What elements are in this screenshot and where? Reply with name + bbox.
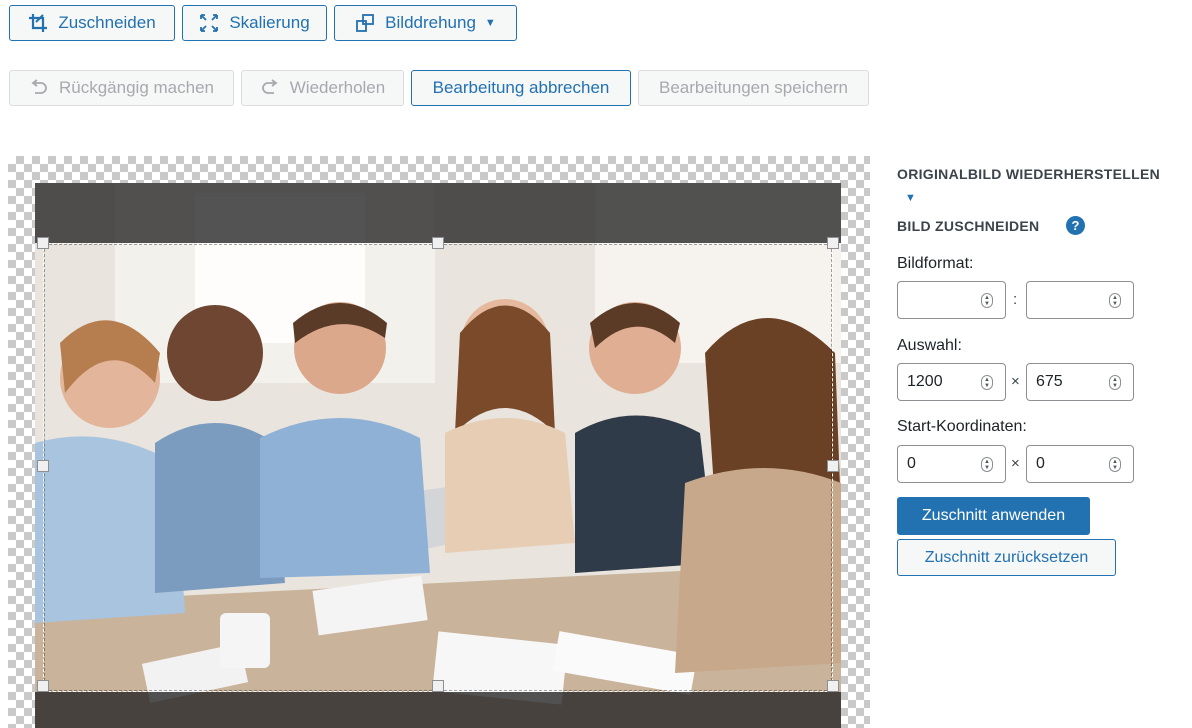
start-y-input[interactable]: 0 ▲ ▼ <box>1026 445 1134 483</box>
spinner-icon[interactable]: ▲ ▼ <box>981 293 993 308</box>
restore-original-toggle[interactable]: ORIGINALBILD WIEDERHERSTELLEN <box>897 166 1160 182</box>
rotate-icon <box>355 13 375 33</box>
crop-handle-top-left[interactable] <box>37 237 49 249</box>
spinner-icon[interactable]: ▲ ▼ <box>1109 375 1121 390</box>
aspect-ratio-label: Bildformat: <box>897 255 974 272</box>
aspect-width-input[interactable]: ▲ ▼ <box>897 281 1006 319</box>
spinner-icon[interactable]: ▲ ▼ <box>981 457 993 472</box>
undo-label: Rückgängig machen <box>59 78 214 97</box>
selection-separator: × <box>1011 373 1020 390</box>
crop-handle-bottom-left[interactable] <box>37 680 49 692</box>
caret-down-icon[interactable]: ▼ <box>905 192 916 204</box>
selection-width-input[interactable]: 1200 ▲ ▼ <box>897 363 1006 401</box>
aspect-separator: : <box>1013 291 1018 308</box>
start-coordinates-label: Start-Koordinaten: <box>897 418 1027 435</box>
spinner-icon[interactable]: ▲ ▼ <box>981 375 993 390</box>
redo-button[interactable]: Wiederholen <box>241 70 404 106</box>
undo-button[interactable]: Rückgängig machen <box>9 70 234 106</box>
crop-handle-middle-right[interactable] <box>827 460 839 472</box>
crop-tool-button[interactable]: Zuschneiden <box>9 5 175 41</box>
reset-crop-button[interactable]: Zuschnitt zurücksetzen <box>897 539 1116 576</box>
save-edits-button[interactable]: Bearbeitungen speichern <box>638 70 869 106</box>
rotate-tool-button[interactable]: Bilddrehung ▼ <box>334 5 517 41</box>
crop-mask-top <box>35 183 841 243</box>
redo-icon <box>260 78 280 98</box>
scale-tool-label: Skalierung <box>229 13 310 32</box>
crop-handle-top-center[interactable] <box>432 237 444 249</box>
crop-handle-top-right[interactable] <box>827 237 839 249</box>
crop-mask-bottom <box>35 692 841 728</box>
start-separator: × <box>1011 455 1020 472</box>
crop-tool-label: Zuschneiden <box>58 13 156 32</box>
spinner-icon[interactable]: ▲ ▼ <box>1109 457 1121 472</box>
apply-crop-button[interactable]: Zuschnitt anwenden <box>897 497 1090 535</box>
selection-height-input[interactable]: 675 ▲ ▼ <box>1026 363 1134 401</box>
crop-selection[interactable] <box>43 243 833 692</box>
spinner-icon[interactable]: ▲ ▼ <box>1109 293 1121 308</box>
scale-tool-button[interactable]: Skalierung <box>182 5 327 41</box>
aspect-height-input[interactable]: ▲ ▼ <box>1026 281 1134 319</box>
chevron-down-icon: ▼ <box>484 16 496 29</box>
crop-icon <box>28 13 48 33</box>
scale-icon <box>199 13 219 33</box>
undo-icon <box>29 78 49 98</box>
start-x-input[interactable]: 0 ▲ ▼ <box>897 445 1006 483</box>
redo-label: Wiederholen <box>289 78 386 97</box>
help-icon[interactable]: ? <box>1066 216 1085 235</box>
crop-handle-middle-left[interactable] <box>37 460 49 472</box>
crop-handle-bottom-center[interactable] <box>432 680 444 692</box>
crop-section-heading: BILD ZUSCHNEIDEN <box>897 218 1040 234</box>
cancel-editing-label: Bearbeitung abbrechen <box>432 78 610 97</box>
cancel-editing-button[interactable]: Bearbeitung abbrechen <box>411 70 631 106</box>
rotate-tool-label: Bilddrehung <box>385 13 476 32</box>
save-edits-label: Bearbeitungen speichern <box>658 78 849 97</box>
selection-label: Auswahl: <box>897 337 962 354</box>
crop-handle-bottom-right[interactable] <box>827 680 839 692</box>
